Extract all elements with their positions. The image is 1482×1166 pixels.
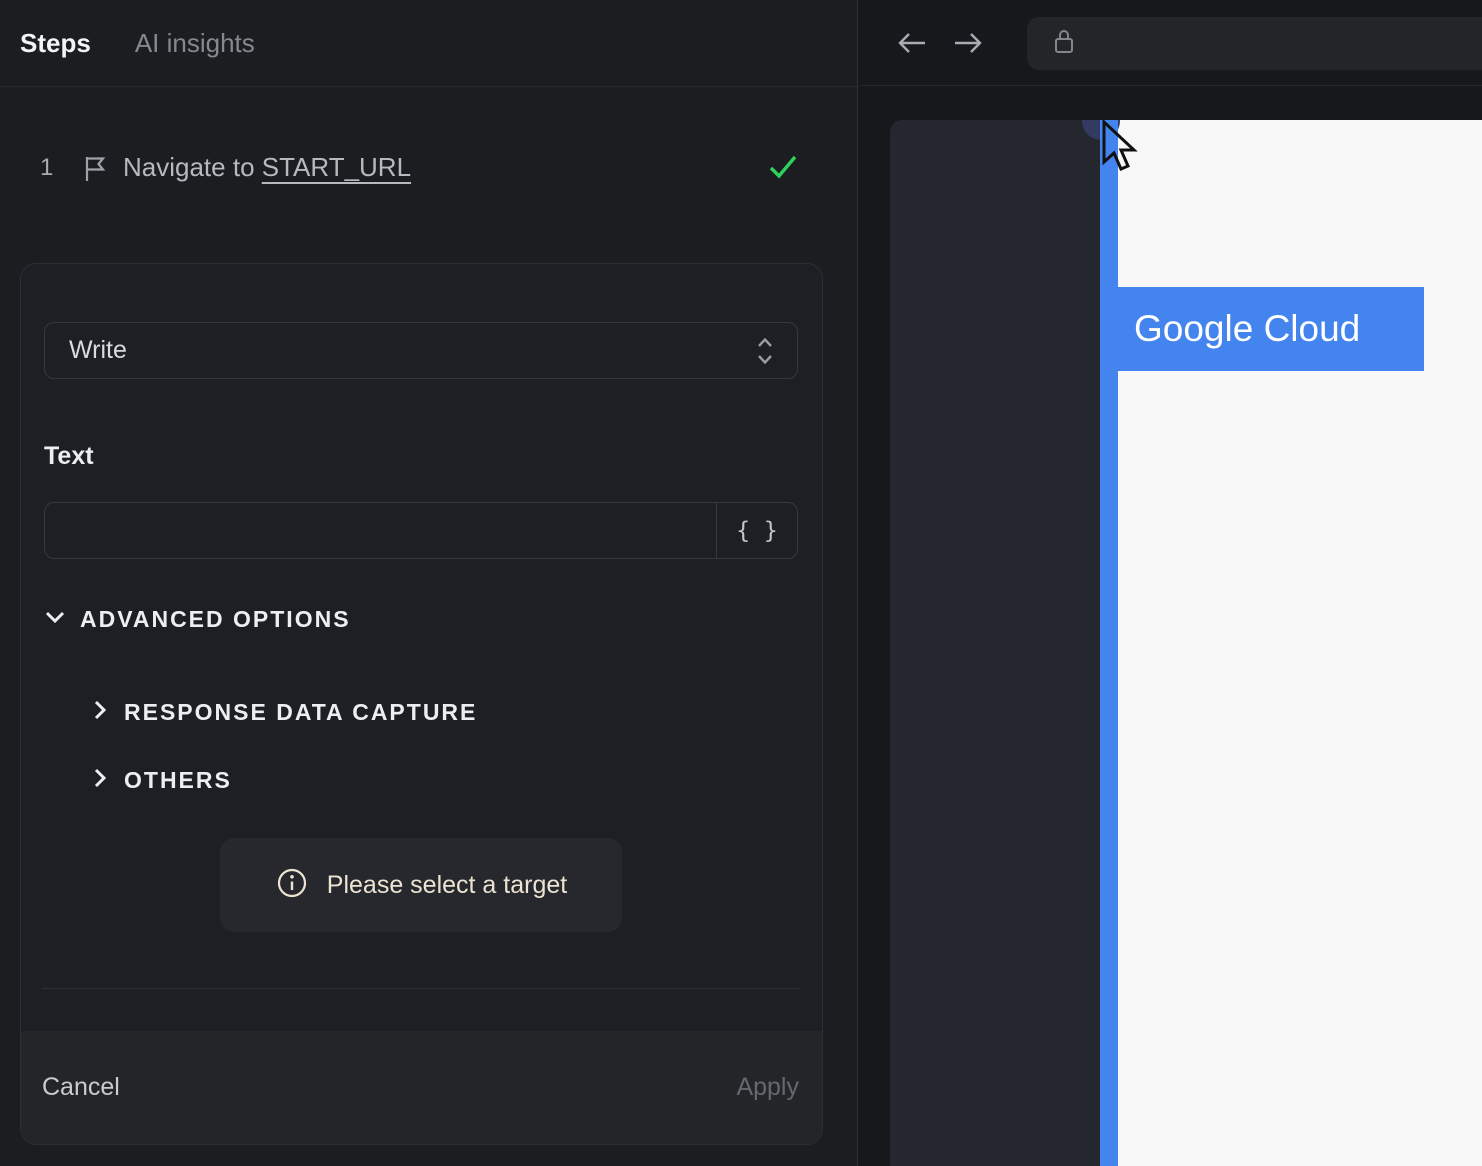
text-input-group: { }	[44, 502, 798, 559]
text-input[interactable]	[45, 503, 716, 558]
select-target-notice: Please select a target	[220, 838, 622, 932]
advanced-options-label: ADVANCED OPTIONS	[80, 606, 351, 632]
apply-button[interactable]: Apply	[736, 1031, 799, 1144]
back-button[interactable]	[895, 26, 929, 60]
cancel-button[interactable]: Cancel	[42, 1031, 120, 1144]
cursor-arrow-icon	[1102, 120, 1142, 181]
page-content-region	[1118, 120, 1482, 1166]
advanced-options-toggle[interactable]: ADVANCED OPTIONS	[44, 606, 351, 633]
arrow-left-icon	[898, 33, 925, 53]
others-label: OTHERS	[124, 767, 232, 793]
check-icon	[768, 153, 798, 186]
chevron-up-down-icon	[755, 335, 775, 367]
browser-preview: Google Cloud	[859, 0, 1482, 1166]
step-title: Navigate to START_URL	[123, 152, 412, 182]
browser-viewport: Google Cloud	[859, 120, 1482, 1166]
element-highlight-strip	[1100, 120, 1118, 1166]
footer-divider	[42, 988, 799, 989]
lock-icon	[1052, 26, 1076, 61]
action-select[interactable]: Write	[44, 322, 798, 379]
panel-tabs: Steps AI insights	[0, 0, 857, 87]
step-editor-card: Write Text { } ADVANCED OPTIONS RESPONSE…	[20, 263, 823, 1145]
editor-footer: Cancel Apply	[21, 1031, 822, 1144]
step-row[interactable]: 1 Navigate to START_URL	[0, 140, 858, 196]
steps-panel: Steps AI insights 1 Navigate to START_UR…	[0, 0, 858, 1166]
highlighted-element-text: Google Cloud	[1134, 308, 1361, 349]
chevron-right-icon	[92, 766, 108, 795]
step-number: 1	[40, 154, 54, 181]
browser-toolbar	[859, 0, 1482, 86]
response-data-capture-toggle[interactable]: RESPONSE DATA CAPTURE	[92, 698, 477, 727]
chevron-right-icon	[92, 698, 108, 727]
insert-variable-button[interactable]: { }	[716, 503, 797, 558]
tab-ai-insights[interactable]: AI insights	[135, 28, 255, 59]
forward-button[interactable]	[951, 26, 985, 60]
select-target-text: Please select a target	[326, 870, 568, 899]
address-bar[interactable]	[1027, 17, 1482, 70]
highlighted-element-google-cloud[interactable]: Google Cloud	[1118, 287, 1424, 371]
start-url-link[interactable]: START_URL	[262, 152, 411, 182]
text-field-label: Text	[44, 442, 94, 470]
others-toggle[interactable]: OTHERS	[92, 766, 232, 795]
chevron-down-icon	[44, 608, 66, 631]
info-icon	[275, 866, 309, 905]
arrow-right-icon	[955, 33, 982, 53]
action-select-value: Write	[69, 336, 127, 364]
response-data-capture-label: RESPONSE DATA CAPTURE	[124, 699, 478, 725]
tab-steps[interactable]: Steps	[20, 28, 91, 59]
flag-icon	[82, 154, 108, 189]
